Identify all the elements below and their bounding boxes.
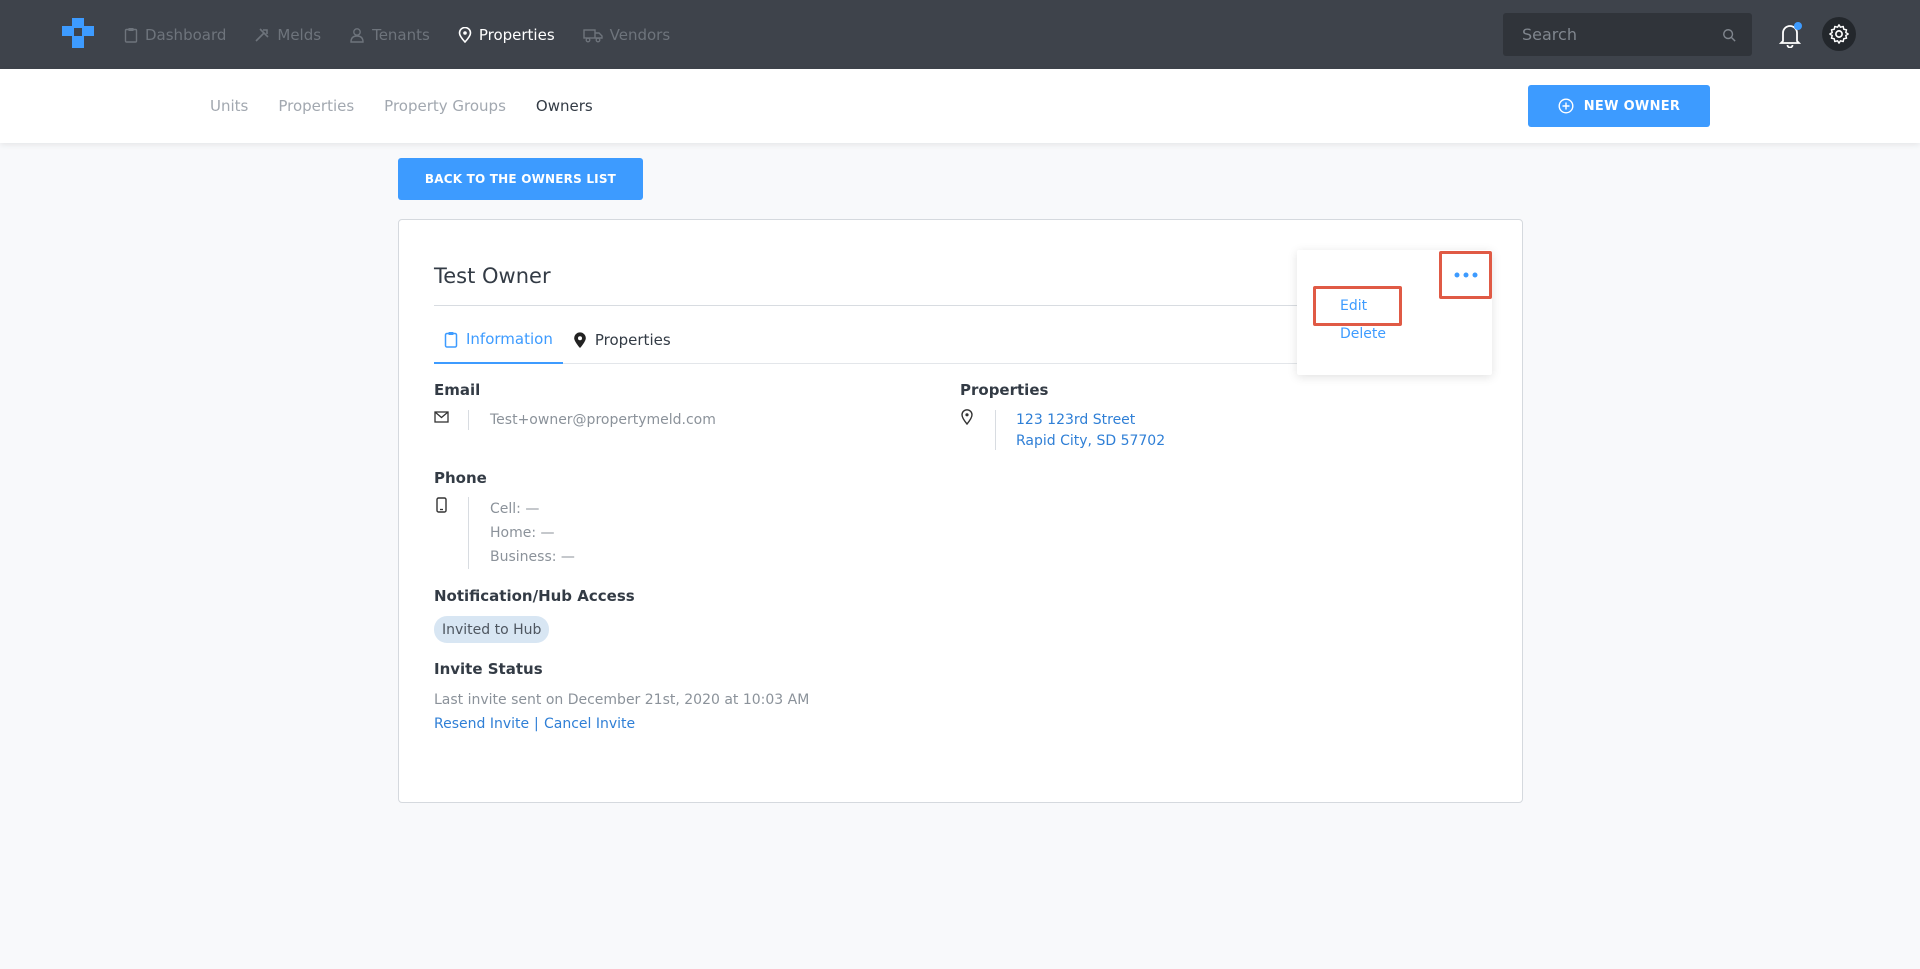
notifications-button[interactable] xyxy=(1778,22,1803,49)
subtab-property-groups[interactable]: Property Groups xyxy=(384,97,506,115)
resend-invite-link[interactable]: Resend Invite xyxy=(434,716,529,732)
nav-vendors[interactable]: Vendors xyxy=(582,25,671,44)
link-separator: | xyxy=(534,716,539,732)
invite-timestamp: Last invite sent on December 21st, 2020 … xyxy=(434,692,810,708)
notification-dot xyxy=(1794,22,1802,30)
ellipsis-icon xyxy=(1454,272,1477,278)
nav-properties[interactable]: Properties xyxy=(458,26,555,44)
tab-information[interactable]: Information xyxy=(434,316,563,364)
property-meld-logo[interactable] xyxy=(60,18,96,48)
property-address-line1[interactable]: 123 123rd Street xyxy=(1016,412,1135,428)
phone-business: Business: — xyxy=(490,549,575,565)
search-icon[interactable] xyxy=(1722,27,1736,43)
nav-tenants-label: Tenants xyxy=(372,25,430,44)
map-pin-icon xyxy=(961,409,973,425)
properties-divider xyxy=(995,410,996,450)
subtab-units[interactable]: Units xyxy=(210,97,248,115)
email-label: Email xyxy=(434,381,481,399)
back-to-owners-button[interactable]: BACK TO THE OWNERS LIST xyxy=(398,158,643,200)
properties-subnav: Units Properties Property Groups Owners … xyxy=(0,69,1920,143)
nav-vendors-label: Vendors xyxy=(609,25,671,44)
email-divider xyxy=(468,410,469,430)
main-nav: Dashboard Melds Tenants Properties Vendo… xyxy=(124,0,698,69)
email-value: Test+owner@propertymeld.com xyxy=(490,412,716,428)
hub-access-label: Notification/Hub Access xyxy=(434,587,635,605)
nav-tenants[interactable]: Tenants xyxy=(349,26,430,44)
search-input[interactable] xyxy=(1522,25,1722,44)
properties-label: Properties xyxy=(960,381,1049,399)
map-pin-icon xyxy=(458,26,472,43)
tab-information-label: Information xyxy=(466,330,553,348)
phone-divider xyxy=(468,497,469,569)
truck-icon xyxy=(582,28,603,42)
tab-properties[interactable]: Properties xyxy=(563,316,681,364)
title-divider xyxy=(434,305,1344,306)
subtab-properties[interactable]: Properties xyxy=(278,97,354,115)
nav-melds-label: Melds xyxy=(277,25,322,44)
top-navbar: Dashboard Melds Tenants Properties Vendo… xyxy=(0,0,1920,69)
owner-name: Test Owner xyxy=(434,264,551,288)
invite-status-label: Invite Status xyxy=(434,660,543,678)
phone-cell: Cell: — xyxy=(490,501,540,517)
phone-home: Home: — xyxy=(490,525,555,541)
new-owner-label: NEW OWNER xyxy=(1583,98,1681,114)
menu-delete[interactable]: Delete xyxy=(1340,326,1386,342)
envelope-icon xyxy=(434,411,449,423)
subtab-owners[interactable]: Owners xyxy=(536,97,593,115)
search-box xyxy=(1503,13,1752,56)
mobile-phone-icon xyxy=(436,497,447,513)
tools-icon xyxy=(255,27,269,42)
edit-highlight-box xyxy=(1313,286,1402,326)
property-address-line2[interactable]: Rapid City, SD 57702 xyxy=(1016,433,1165,449)
person-icon xyxy=(350,27,364,43)
cancel-invite-link[interactable]: Cancel Invite xyxy=(544,716,635,732)
hub-status-badge: Invited to Hub xyxy=(434,616,550,643)
settings-button[interactable] xyxy=(1822,17,1856,51)
nav-melds[interactable]: Melds xyxy=(254,26,321,44)
new-owner-button[interactable]: NEW OWNER xyxy=(1528,85,1710,127)
subnav-tabs: Units Properties Property Groups Owners xyxy=(210,69,623,143)
nav-dashboard[interactable]: Dashboard xyxy=(124,26,226,44)
gear-icon xyxy=(1829,24,1849,44)
clipboard-icon xyxy=(444,331,458,348)
more-actions-button[interactable] xyxy=(1439,251,1492,299)
map-pin-icon xyxy=(574,331,586,348)
nav-dashboard-label: Dashboard xyxy=(145,25,227,44)
nav-properties-label: Properties xyxy=(478,25,555,44)
tab-properties-label: Properties xyxy=(594,331,671,349)
clipboard-icon xyxy=(124,27,138,43)
plus-circle-icon xyxy=(1558,98,1574,114)
phone-label: Phone xyxy=(434,469,487,487)
